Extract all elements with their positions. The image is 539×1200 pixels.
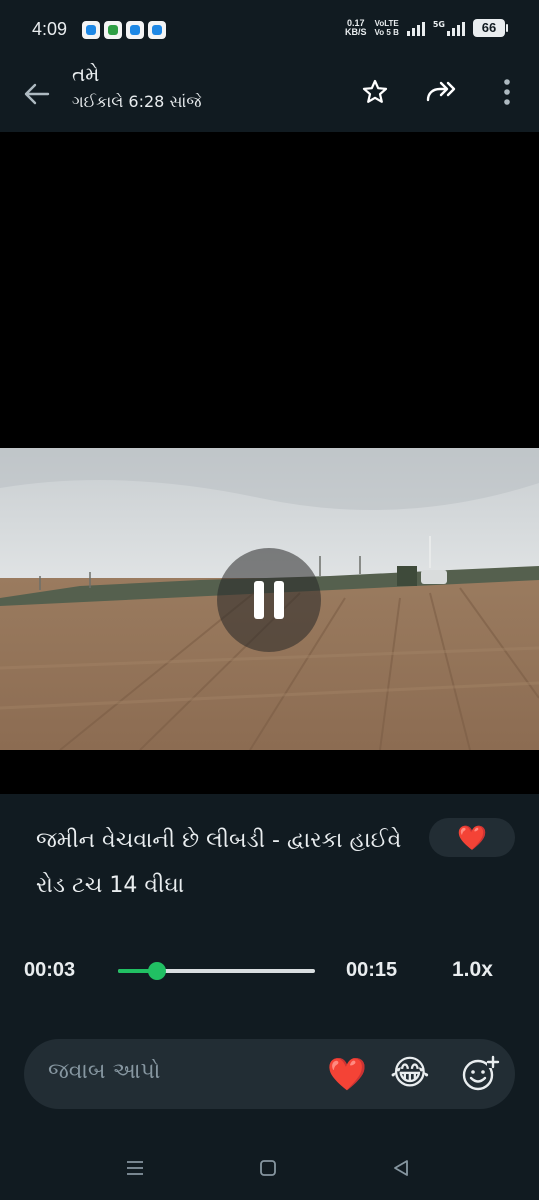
back-triangle-icon — [394, 1160, 408, 1176]
total-duration: 00:15 — [346, 959, 398, 981]
volte-sub-label: Vo 5 B — [374, 28, 399, 37]
app-notification-icon — [126, 21, 144, 39]
pause-button[interactable] — [217, 548, 321, 652]
sender-name: તમે — [72, 62, 100, 86]
recent-apps-button[interactable] — [117, 1150, 153, 1186]
video-player[interactable] — [0, 132, 539, 794]
app-notification-icon — [148, 21, 166, 39]
forward-button[interactable] — [423, 74, 459, 110]
system-back-button[interactable] — [383, 1150, 419, 1186]
more-vert-icon — [504, 79, 510, 105]
notification-icons — [82, 21, 166, 39]
status-bar: 4:09 0.17 KB/S VoLTE Vo 5 B 5G 66 — [0, 0, 539, 58]
heart-icon: ❤️ — [327, 1055, 367, 1093]
pause-icon-bar — [254, 581, 264, 619]
system-navigation-bar — [0, 1138, 539, 1198]
add-emoji-icon — [462, 1055, 500, 1091]
home-square-icon — [260, 1160, 276, 1176]
signal-icon — [406, 20, 425, 36]
sent-timestamp: ગઈકાલે 6:28 સાંજે — [72, 92, 202, 111]
reply-input[interactable] — [48, 1059, 318, 1084]
home-button[interactable] — [250, 1150, 286, 1186]
back-button[interactable] — [18, 76, 54, 112]
system-indicators: 0.17 KB/S VoLTE Vo 5 B 5G 66 — [345, 19, 508, 37]
volte-label: VoLTE — [374, 19, 399, 28]
heart-reaction: ❤️ — [457, 823, 487, 852]
title-block: તમે ગઈકાલે 6:28 સાંજે — [72, 62, 201, 112]
app-notification-icon — [104, 21, 122, 39]
pause-icon-bar — [274, 581, 284, 619]
forward-icon — [426, 81, 456, 102]
battery-icon: 66 — [473, 19, 508, 37]
add-reaction-button[interactable] — [460, 1054, 500, 1094]
heart-reaction-button[interactable]: ❤️ — [326, 1053, 368, 1095]
seek-thumb[interactable] — [148, 962, 167, 980]
more-options-button[interactable] — [489, 74, 525, 110]
media-caption: જમીન વેચવાની છે લીબડી - દ્વારકા હાઈવે રો… — [36, 828, 402, 898]
star-button[interactable] — [357, 74, 393, 110]
network-speed-unit: KB/S — [345, 27, 367, 37]
reply-bar: ❤️ 😂 — [24, 1039, 515, 1109]
playback-speed-button[interactable]: 1.0x — [452, 958, 493, 982]
status-time: 4:09 — [32, 19, 68, 39]
network-speed: 0.17 KB/S — [345, 19, 367, 37]
top-app-bar: તમે ગઈકાલે 6:28 સાંજે — [0, 58, 539, 132]
media-info-panel: જમીન વેચવાની છે લીબડી - દ્વારકા હાઈવે રો… — [0, 794, 539, 1200]
header-actions — [357, 74, 525, 110]
star-icon — [362, 79, 388, 103]
signal-5g-icon: 5G — [433, 20, 465, 36]
back-arrow-icon — [24, 83, 50, 105]
menu-icon — [127, 1161, 143, 1175]
reaction-badge[interactable]: ❤️ — [429, 818, 515, 857]
network-type-label: 5G — [432, 20, 445, 29]
current-time: 00:03 — [24, 959, 76, 981]
laughing-emoji-icon: 😂 — [390, 1053, 430, 1093]
laugh-reaction-button[interactable]: 😂 — [390, 1053, 434, 1097]
seek-bar[interactable] — [118, 962, 315, 980]
app-notification-icon — [82, 21, 100, 39]
volte-indicator: VoLTE Vo 5 B — [375, 19, 399, 37]
